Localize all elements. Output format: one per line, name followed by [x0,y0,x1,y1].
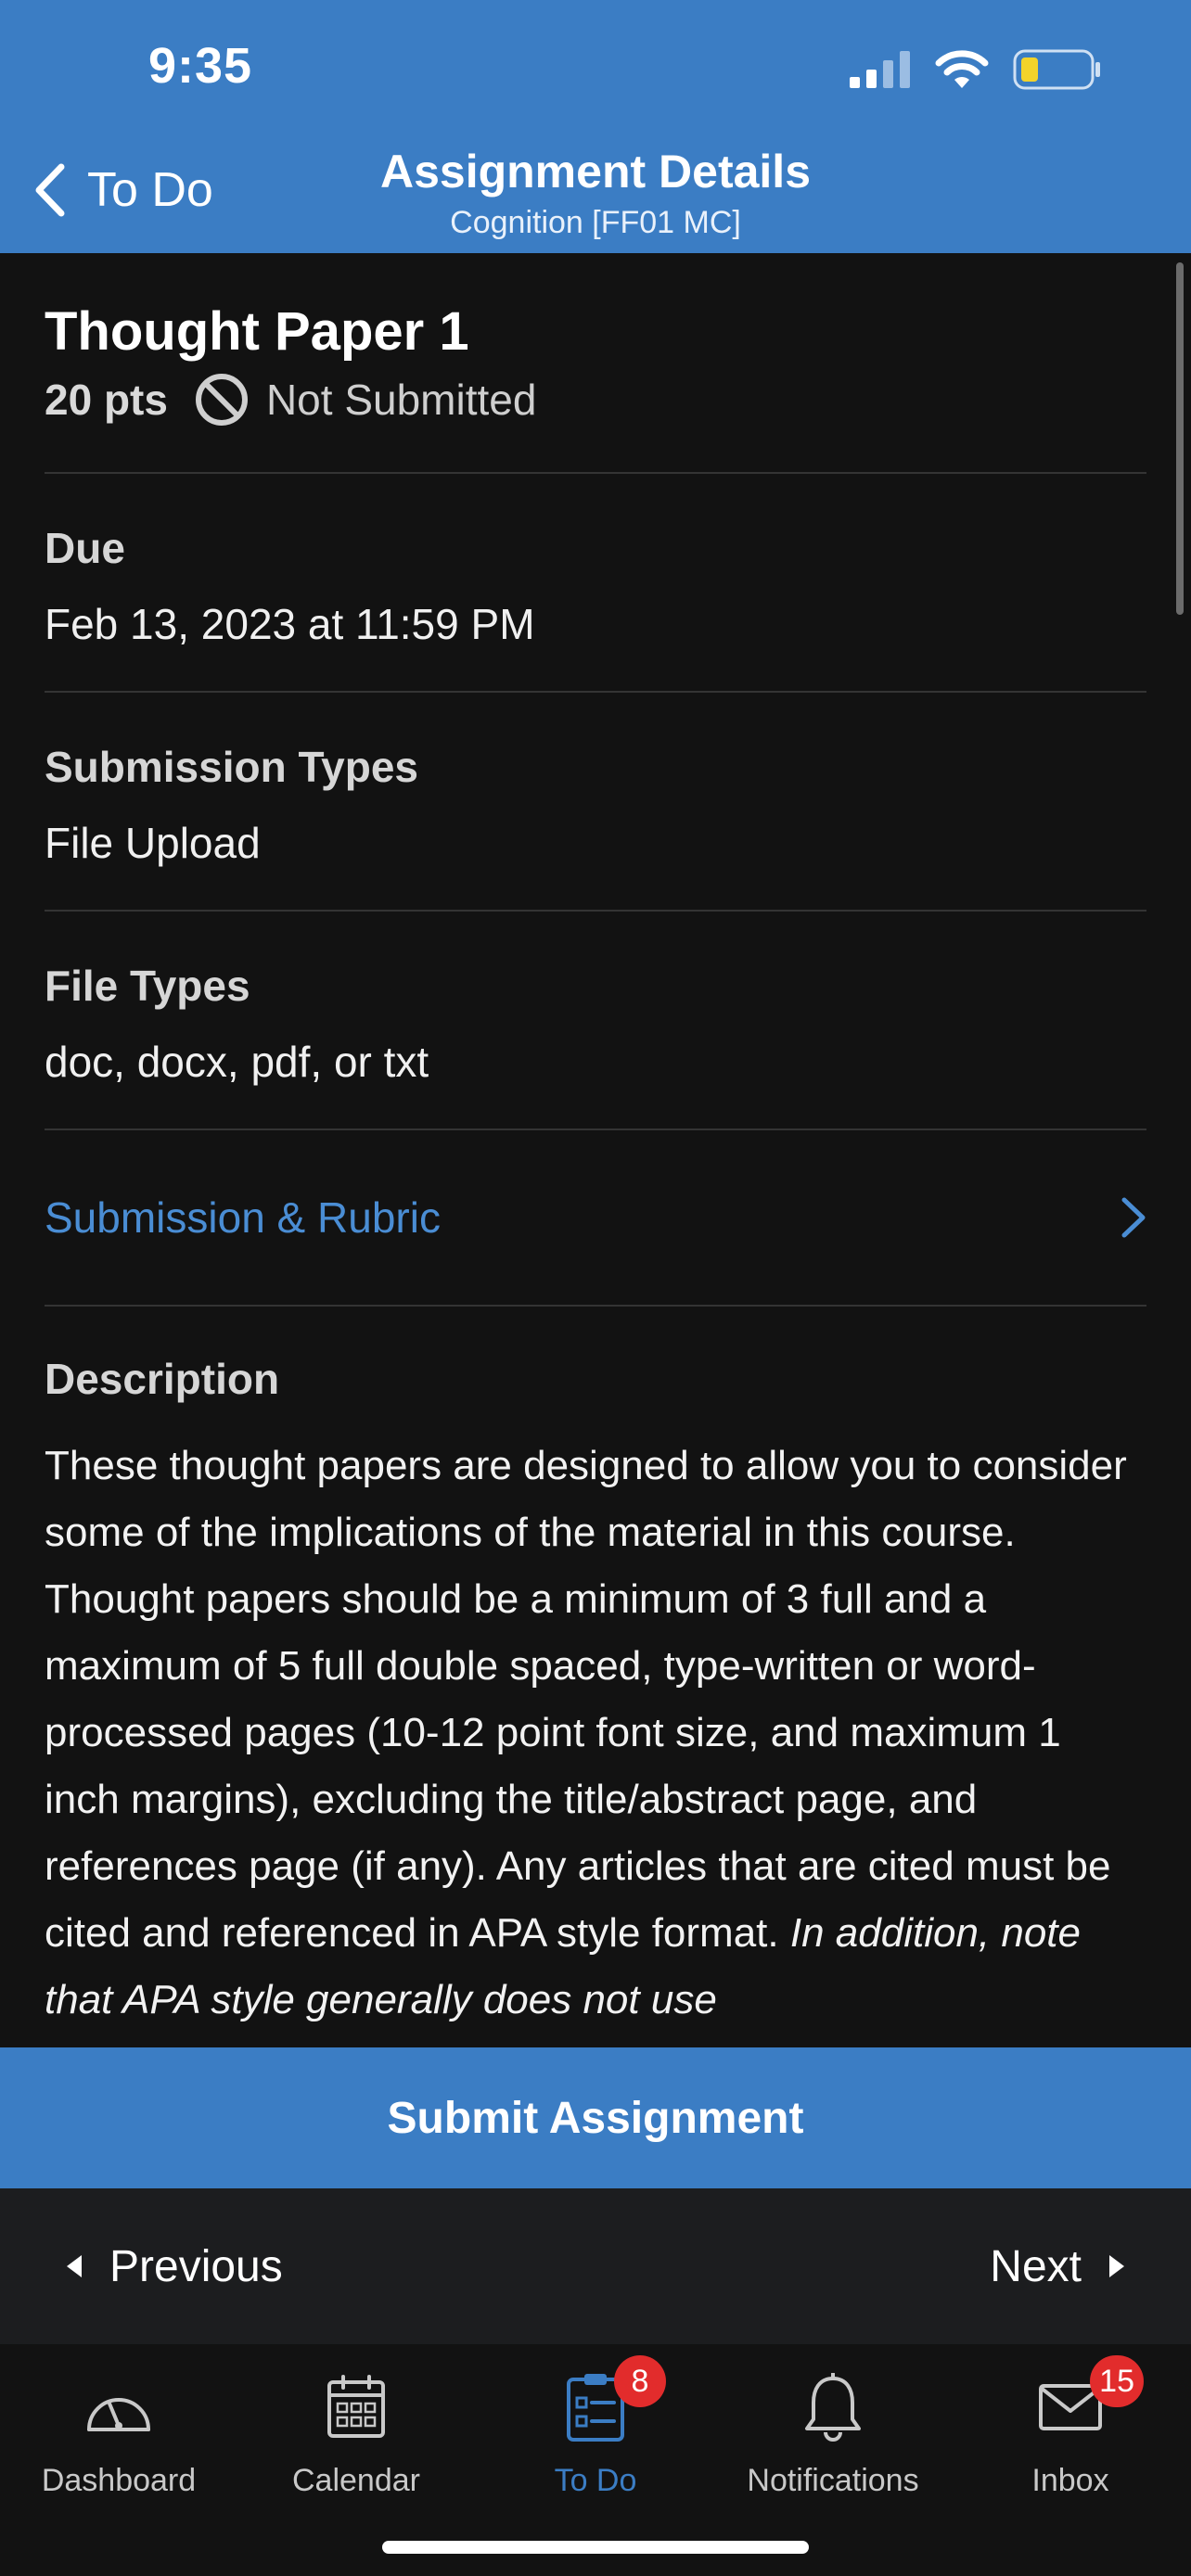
calendar-icon [327,2375,385,2438]
assignment-meta: 20 pts Not Submitted [45,372,1146,427]
due-section: Due Feb 13, 2023 at 11:59 PM [45,474,1146,693]
file-types-label: File Types [45,962,250,1010]
submission-types-value: File Upload [45,819,261,867]
tab-label: To Do [554,2463,637,2498]
dashboard-icon [87,2398,150,2431]
previous-label: Previous [109,2241,283,2291]
tab-calendar[interactable]: Calendar [237,2361,475,2499]
tab-inbox[interactable]: 15 Inbox [952,2355,1189,2499]
tab-dashboard[interactable]: Dashboard [0,2361,237,2499]
tab-label: Inbox [1031,2463,1109,2498]
course-subtitle: Cognition [FF01 MC] [450,205,741,240]
wifi-icon [935,50,989,88]
assignment-header: Thought Paper 1 20 pts Not Submitted [45,300,1146,474]
tab-label: Notifications [747,2463,919,2498]
battery-icon [1013,49,1100,90]
header-title-block: Assignment Details Cognition [FF01 MC] [0,141,1191,243]
previous-button[interactable]: Previous [65,2188,283,2344]
home-indicator[interactable] [382,2541,809,2554]
tab-label: Calendar [292,2463,420,2498]
submission-rubric-link[interactable]: Submission & Rubric [45,1130,1146,1307]
description-body: These thought papers are designed to all… [45,1443,1127,1956]
submit-assignment-button[interactable]: Submit Assignment [0,2047,1191,2188]
submission-status: Not Submitted [194,372,536,427]
tab-bar: Dashboard Calendar 8 To Do Notifications… [0,2344,1191,2576]
next-button[interactable]: Next [990,2188,1126,2344]
bell-icon [805,2373,861,2442]
file-types-value: doc, docx, pdf, or txt [45,1038,429,1086]
status-label: Not Submitted [265,376,537,424]
status-time: 9:35 [148,38,253,94]
description-section: Description These thought papers are des… [45,1307,1146,2034]
app-header: 9:35 To Do Assignment Details Cognition … [0,0,1191,253]
caret-left-icon [67,2255,82,2277]
description-text: These thought papers are designed to all… [45,1433,1146,2034]
file-types-section: File Types doc, docx, pdf, or txt [45,912,1146,1130]
tab-todo[interactable]: 8 To Do [477,2355,714,2499]
submission-types-label: Submission Types [45,743,419,791]
due-value: Feb 13, 2023 at 11:59 PM [45,600,535,648]
assignment-title: Thought Paper 1 [45,301,469,362]
submission-types-section: Submission Types File Upload [45,693,1146,912]
status-icons [850,46,1102,93]
caret-right-icon [1109,2255,1124,2277]
tab-notifications[interactable]: Notifications [714,2361,952,2499]
next-label: Next [990,2241,1082,2291]
points-value: 20 pts [45,376,168,424]
assignment-pager: Previous Next [0,2188,1191,2344]
submission-rubric-label: Submission & Rubric [45,1193,441,1242]
chevron-right-icon [1121,1197,1146,1238]
description-label: Description [45,1355,280,1403]
scrollbar[interactable] [1176,262,1184,615]
due-label: Due [45,524,125,572]
tab-label: Dashboard [41,2463,197,2498]
inbox-badge: 15 [1090,2355,1144,2407]
not-submitted-icon [195,374,248,426]
signal-icon [850,51,910,88]
page-title: Assignment Details [379,146,811,198]
todo-badge: 8 [614,2355,666,2407]
assignment-content[interactable]: Thought Paper 1 20 pts Not Submitted Due… [0,253,1191,2047]
